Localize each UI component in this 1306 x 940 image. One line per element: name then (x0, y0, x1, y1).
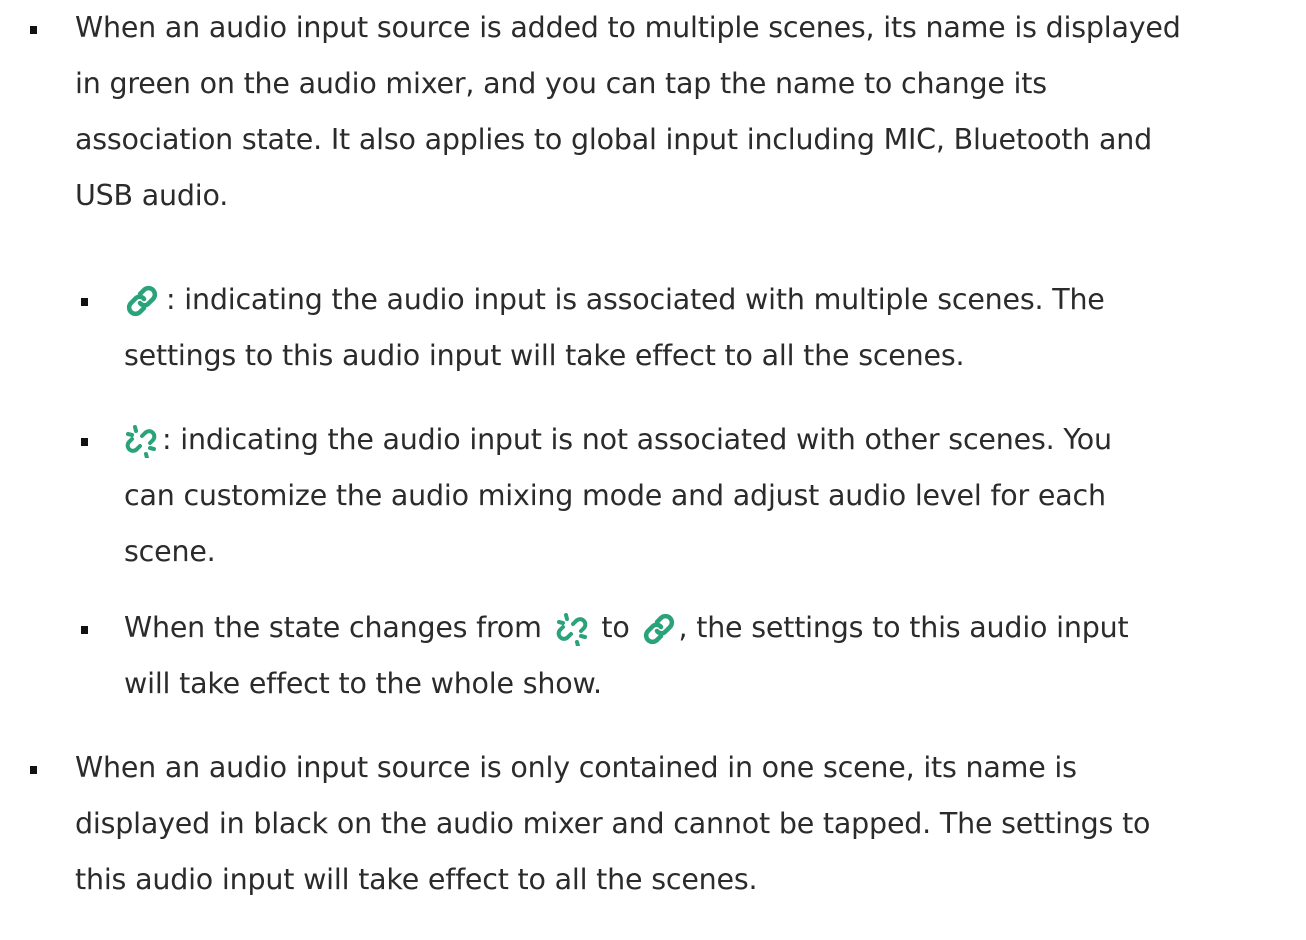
sub-bullet-associated: : indicating the audio input is associat… (124, 272, 1290, 384)
text-line: : indicating the audio input is not asso… (162, 423, 1112, 456)
sub-bullet-not-associated: : indicating the audio input is not asso… (124, 412, 1290, 580)
text-line: displayed in black on the audio mixer an… (75, 807, 1151, 840)
link-icon (124, 283, 160, 319)
text-line: When the state changes from (124, 611, 542, 644)
text-line: will take effect to the whole show. (124, 667, 602, 700)
bullet-marker (30, 26, 37, 34)
text-line: association state. It also applies to gl… (75, 123, 1153, 156)
sub-bullet-marker (81, 438, 88, 446)
link-icon (641, 611, 677, 647)
text-line: scene. (124, 535, 216, 568)
document-page: When an audio input source is added to m… (0, 0, 1306, 940)
text-line: When an audio input source is added to m… (75, 11, 1181, 44)
text-line: , the settings to this audio input (678, 611, 1129, 644)
bullet-item-one-scene: When an audio input source is only conta… (75, 740, 1290, 908)
bullet-marker (30, 766, 37, 774)
text-line: : indicating the audio input is associat… (166, 283, 1105, 316)
text-line: this audio input will take effect to all… (75, 863, 758, 896)
text-line: can customize the audio mixing mode and … (124, 479, 1106, 512)
sub-bullet-marker (81, 298, 88, 306)
text-line: to (601, 611, 630, 644)
text-line: in green on the audio mixer, and you can… (75, 67, 1047, 100)
sub-bullet-state-change: When the state changes from to , the set… (124, 600, 1290, 712)
text-line: USB audio. (75, 179, 229, 212)
text-line: settings to this audio input will take e… (124, 339, 965, 372)
bullet-item-multiple-scenes: When an audio input source is added to m… (75, 0, 1290, 224)
text-line: When an audio input source is only conta… (75, 751, 1077, 784)
unlink-icon (555, 612, 589, 646)
sub-bullet-marker (81, 626, 88, 634)
unlink-icon (124, 424, 158, 458)
